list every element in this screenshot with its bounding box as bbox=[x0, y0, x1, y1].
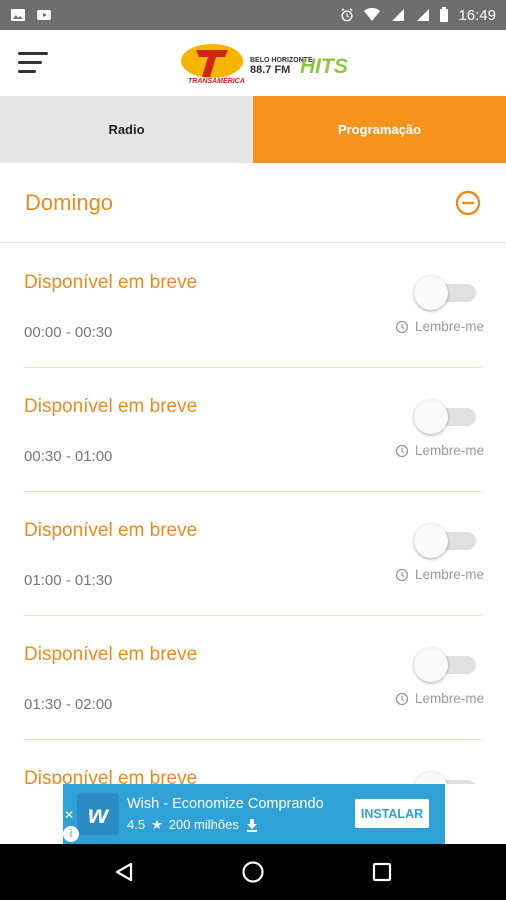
remind-me[interactable]: Lembre-me bbox=[395, 443, 484, 458]
signal-icon bbox=[417, 9, 430, 21]
program-title: Disponível em breve bbox=[24, 768, 198, 784]
program-title: Disponível em breve bbox=[24, 520, 198, 541]
remind-me[interactable]: Lembre-me bbox=[395, 319, 484, 334]
day-title: Domingo bbox=[25, 189, 114, 215]
tab-bar: Radio Programação bbox=[0, 96, 506, 163]
schedule-item: Disponível em breve 00:00 - 00:30 Lembre… bbox=[24, 244, 484, 368]
day-header[interactable]: Domingo bbox=[0, 163, 506, 243]
wish-logo: w bbox=[77, 793, 119, 835]
station-logo: TRANSAMÉRICA BELO HORIZONTE 88.7 FM HITS bbox=[181, 44, 348, 85]
remind-label: Lembre-me bbox=[414, 443, 484, 458]
ad-info-icon[interactable]: i bbox=[63, 826, 79, 842]
remind-me[interactable]: Lembre-me bbox=[395, 567, 484, 582]
program-time: 00:00 - 00:30 bbox=[24, 324, 113, 341]
remind-label: Lembre-me bbox=[414, 691, 484, 706]
system-nav-bar bbox=[0, 844, 506, 900]
schedule-list: Disponível em breve 00:00 - 00:30 Lembre… bbox=[0, 244, 506, 784]
ad-title: Wish - Economize Comprando bbox=[127, 795, 324, 812]
reminder-toggle[interactable] bbox=[414, 522, 478, 558]
menu-icon[interactable] bbox=[18, 52, 50, 76]
install-button[interactable]: INSTALAR bbox=[355, 799, 429, 828]
clock-icon bbox=[395, 444, 409, 457]
reminder-toggle[interactable] bbox=[414, 646, 478, 682]
youtube-icon bbox=[37, 10, 51, 20]
download-icon bbox=[246, 818, 257, 832]
clock-icon bbox=[395, 692, 409, 705]
alarm-icon bbox=[341, 8, 354, 22]
tab-programacao[interactable]: Programação bbox=[253, 96, 506, 163]
svg-text:HITS: HITS bbox=[300, 55, 348, 78]
program-title: Disponível em breve bbox=[24, 644, 198, 665]
ad-downloads: 200 milhões bbox=[168, 817, 239, 832]
remind-me[interactable]: Lembre-me bbox=[395, 691, 484, 706]
signal-icon bbox=[392, 9, 405, 21]
clock-icon bbox=[395, 320, 409, 333]
schedule-item: Disponível em breve 00:30 - 01:00 Lembre… bbox=[24, 368, 484, 492]
schedule-item: Disponível em breve 01:00 - 01:30 Lembre… bbox=[24, 492, 484, 616]
clock-icon bbox=[395, 568, 409, 581]
ad-banner[interactable]: w Wish - Economize Comprando 4.5 ★ 200 m… bbox=[63, 784, 445, 844]
ad-rating: 4.5 bbox=[127, 817, 146, 832]
schedule-item: Disponível em breve 01:30 - 02:00 Lembre… bbox=[24, 616, 484, 740]
wifi-icon bbox=[364, 8, 381, 21]
schedule-item: Disponível em breve bbox=[24, 740, 482, 784]
recents-icon[interactable] bbox=[362, 852, 402, 892]
program-time: 01:30 - 02:00 bbox=[24, 696, 113, 713]
ad-close-icon[interactable]: ✕ bbox=[64, 808, 78, 822]
reminder-toggle[interactable] bbox=[414, 398, 478, 434]
program-time: 01:00 - 01:30 bbox=[24, 572, 113, 589]
home-icon[interactable] bbox=[233, 852, 273, 892]
reminder-toggle[interactable] bbox=[414, 274, 478, 310]
reminder-toggle[interactable] bbox=[414, 770, 478, 784]
status-time: 16:49 bbox=[458, 6, 496, 24]
program-time: 00:30 - 01:00 bbox=[24, 448, 113, 465]
app-bar: TRANSAMÉRICA BELO HORIZONTE 88.7 FM HITS bbox=[0, 30, 506, 96]
svg-text:TRANSAMÉRICA: TRANSAMÉRICA bbox=[188, 76, 245, 85]
remind-label: Lembre-me bbox=[414, 319, 484, 334]
back-icon[interactable] bbox=[104, 852, 144, 892]
program-title: Disponível em breve bbox=[24, 272, 198, 293]
collapse-icon[interactable] bbox=[455, 190, 481, 216]
image-icon bbox=[11, 9, 25, 21]
tab-radio[interactable]: Radio bbox=[0, 96, 253, 163]
remind-label: Lembre-me bbox=[414, 567, 484, 582]
svg-text:88.7 FM: 88.7 FM bbox=[250, 64, 290, 76]
star-icon: ★ bbox=[151, 816, 163, 832]
status-bar: 16:49 bbox=[0, 0, 506, 30]
battery-icon bbox=[440, 7, 449, 22]
program-title: Disponível em breve bbox=[24, 396, 198, 417]
